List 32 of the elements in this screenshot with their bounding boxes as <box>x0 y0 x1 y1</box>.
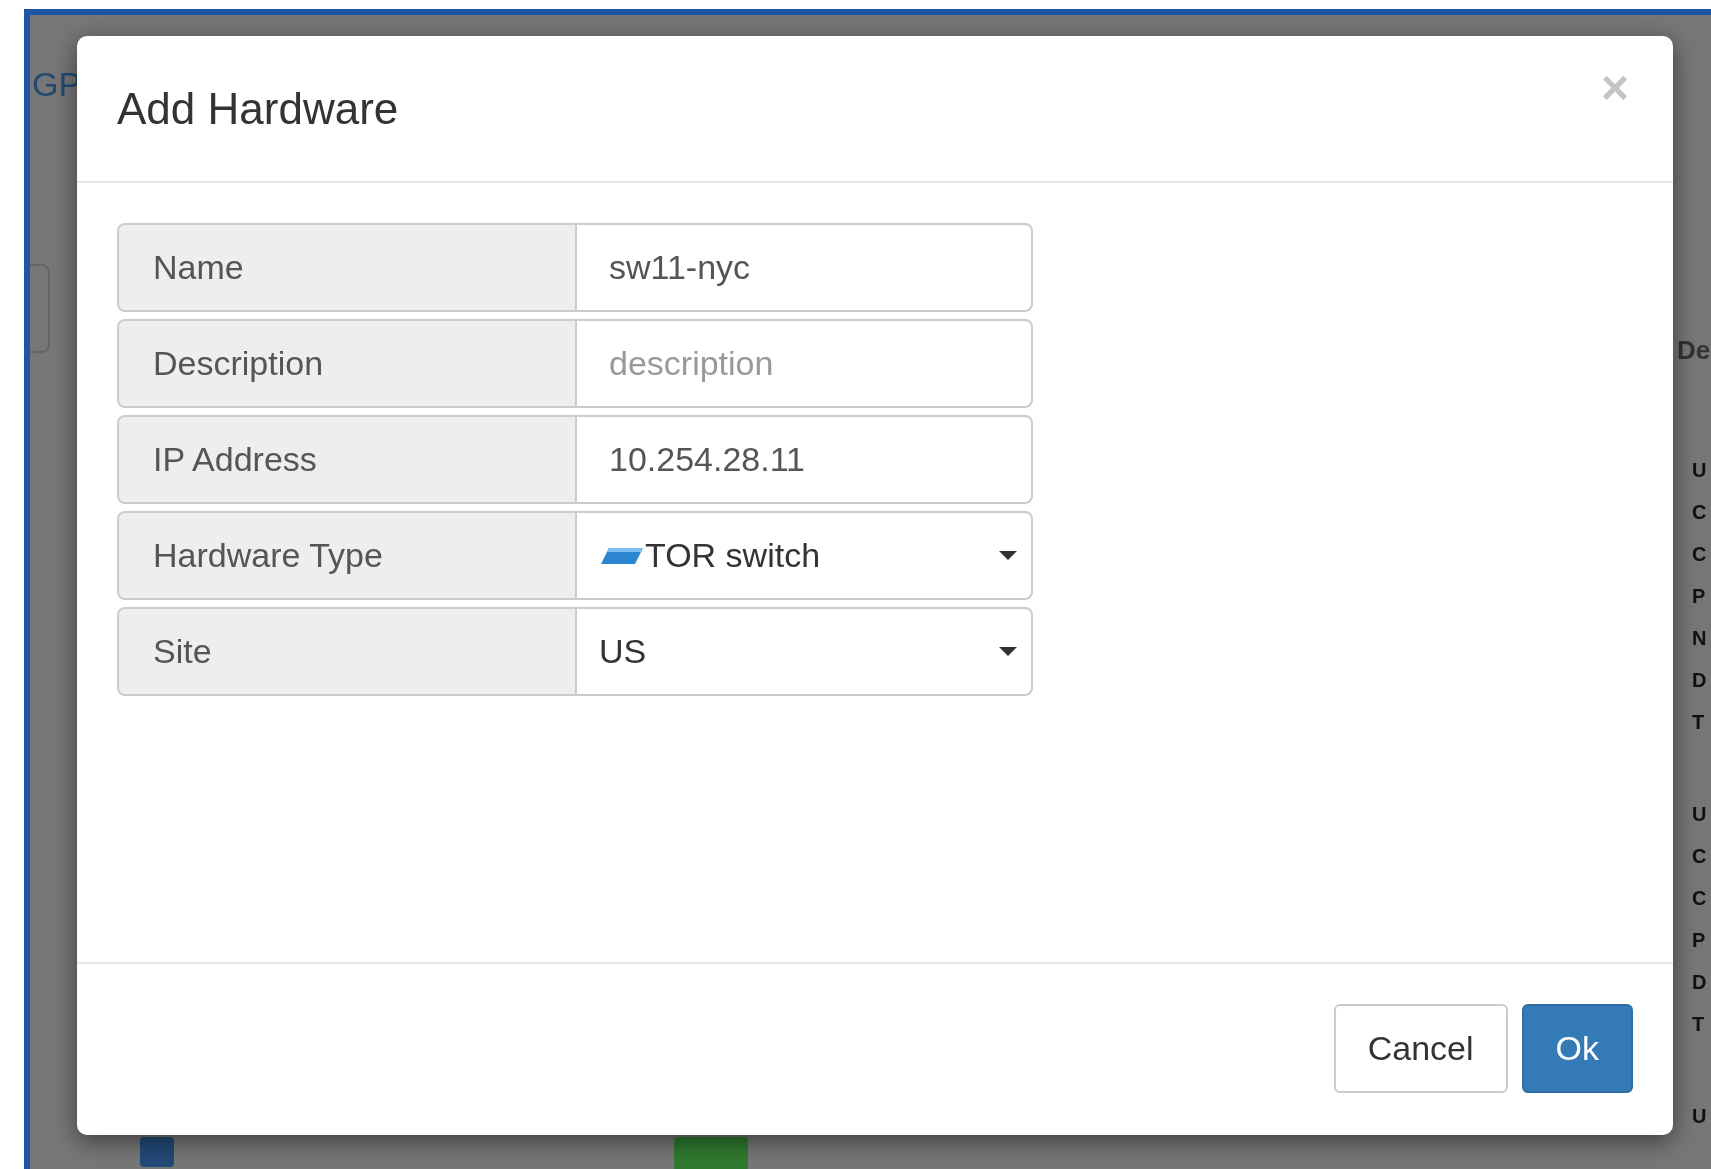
text-fragment: C <box>1692 542 1707 567</box>
input-field[interactable]: description <box>575 319 1033 408</box>
text-fragment: U <box>1692 458 1707 483</box>
input-field[interactable]: sw11-nyc <box>575 223 1033 312</box>
text-fragment: D <box>1692 970 1707 995</box>
input-field[interactable]: 10.254.28.11 <box>575 415 1033 504</box>
field-label: Site <box>117 607 575 696</box>
heading-fragment: GP <box>31 65 82 104</box>
field-label: Name <box>117 223 575 312</box>
text-fragment: D <box>1692 668 1707 693</box>
text-fragment: T <box>1692 1012 1706 1037</box>
text-fragment: U <box>1692 1104 1707 1129</box>
field-label: Description <box>117 319 575 408</box>
text-fragment: P <box>1692 584 1707 609</box>
text-fragment: C <box>1692 886 1707 911</box>
caret-icon <box>999 550 1017 561</box>
dropdown[interactable]: TOR switch <box>575 511 1033 600</box>
dialog-button[interactable]: Cancel <box>1333 1004 1508 1093</box>
field-label: Hardware Type <box>117 511 575 600</box>
text-fragment: C <box>1692 844 1707 869</box>
text-fragment: T <box>1692 710 1706 735</box>
dialog-button[interactable]: Ok <box>1521 1004 1633 1093</box>
text-fragment: N <box>1692 626 1707 651</box>
text-fragment: C <box>1692 500 1707 525</box>
column-heading-fragment: De <box>1677 335 1711 366</box>
dropdown[interactable]: US <box>575 607 1033 696</box>
text-fragment: P <box>1692 928 1707 953</box>
field-label: IP Address <box>117 415 575 504</box>
text-fragment: U <box>1692 802 1707 827</box>
caret-icon <box>999 646 1017 657</box>
checkbox-fragment <box>140 1137 174 1167</box>
dialog-title: Add Hardware <box>117 83 399 134</box>
